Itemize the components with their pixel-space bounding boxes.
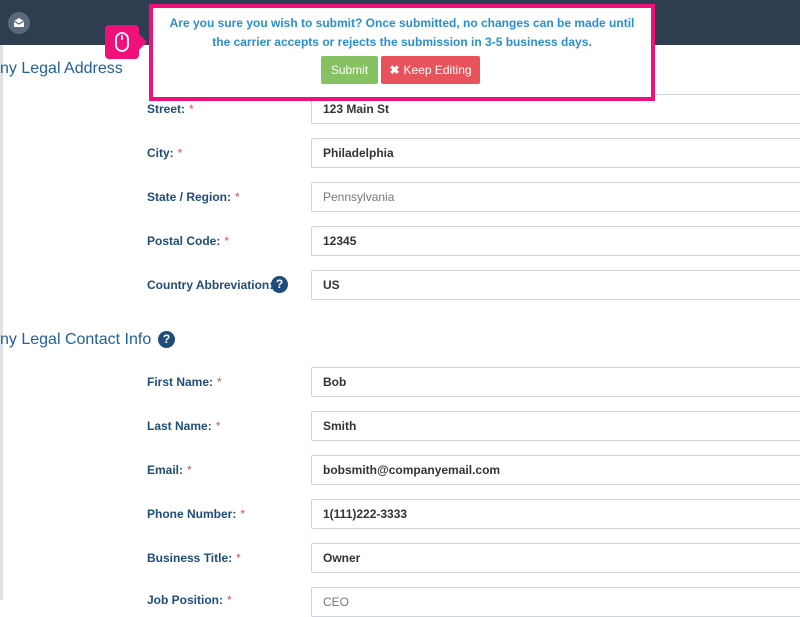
first-name-label: First Name: * [147,375,222,389]
city-input[interactable] [311,138,800,168]
required-marker: * [177,146,183,160]
state-label-text: State / Region: [147,190,232,204]
first-name-label-text: First Name: [147,375,214,389]
first-name-input[interactable] [311,367,800,397]
phone-number-label-text: Phone Number: [147,507,237,521]
street-label-text: Street: [147,102,186,116]
keep-editing-label: Keep Editing [403,63,472,77]
city-label-text: City: [147,146,174,160]
question-circle-icon[interactable]: ? [158,331,175,348]
last-name-label-text: Last Name: [147,419,212,433]
required-marker: * [235,190,240,204]
state-label: State / Region: * [147,190,240,204]
postal-code-input[interactable] [311,226,800,256]
confirmation-message-line-2: the carrier accepts or rejects the submi… [212,35,592,49]
business-title-input[interactable] [311,543,800,573]
required-marker: * [215,419,221,433]
required-marker: * [187,463,192,477]
business-title-label: Business Title: * [147,551,241,565]
required-marker: * [189,102,194,116]
phone-number-label: Phone Number: * [147,507,245,521]
left-border [0,45,3,600]
job-position-input[interactable] [311,587,800,617]
country-abbreviation-label: Country Abbreviation:* [147,278,282,292]
business-title-label-text: Business Title: [147,551,233,565]
last-name-input[interactable] [311,411,800,441]
email-field[interactable] [311,455,800,485]
section-title-legal-address: ny Legal Address [0,60,123,77]
country-abbreviation-label-text: Country Abbreviation: [147,278,274,292]
submit-button[interactable]: Submit [321,56,378,84]
confirmation-message: Are you sure you wish to submit? Once su… [153,14,651,52]
job-position-label: Job Position: * [147,593,232,607]
close-icon: ✖ [389,63,400,77]
phone-number-input[interactable] [311,499,800,529]
required-marker: * [224,234,230,248]
mouse-icon [115,32,129,52]
keep-editing-button[interactable]: ✖ Keep Editing [381,56,480,84]
state-select[interactable] [311,182,800,212]
job-position-label-text: Job Position: [147,593,223,607]
country-abbreviation-input[interactable] [311,270,800,300]
email-label-text: Email: [147,463,184,477]
required-marker: * [217,375,222,389]
question-circle-icon[interactable]: ? [271,276,288,293]
street-label: Street: * [147,102,194,116]
email-label: Email: * [147,463,192,477]
required-marker: * [240,507,246,521]
cursor-highlight-badge [105,25,147,59]
confirmation-message-line-1: Are you sure you wish to submit? Once su… [169,16,635,30]
required-marker: * [236,551,241,565]
section-title-legal-contact-info: ny Legal Contact Info [0,331,152,348]
submit-confirmation-dialog: Are you sure you wish to submit? Once su… [149,4,655,101]
postal-code-label-text: Postal Code: [147,234,221,248]
last-name-label: Last Name: * [147,419,220,433]
envelope-badge-icon[interactable] [7,11,31,35]
city-label: City: * [147,146,182,160]
postal-code-label: Postal Code: * [147,234,229,248]
required-marker: * [227,593,232,607]
